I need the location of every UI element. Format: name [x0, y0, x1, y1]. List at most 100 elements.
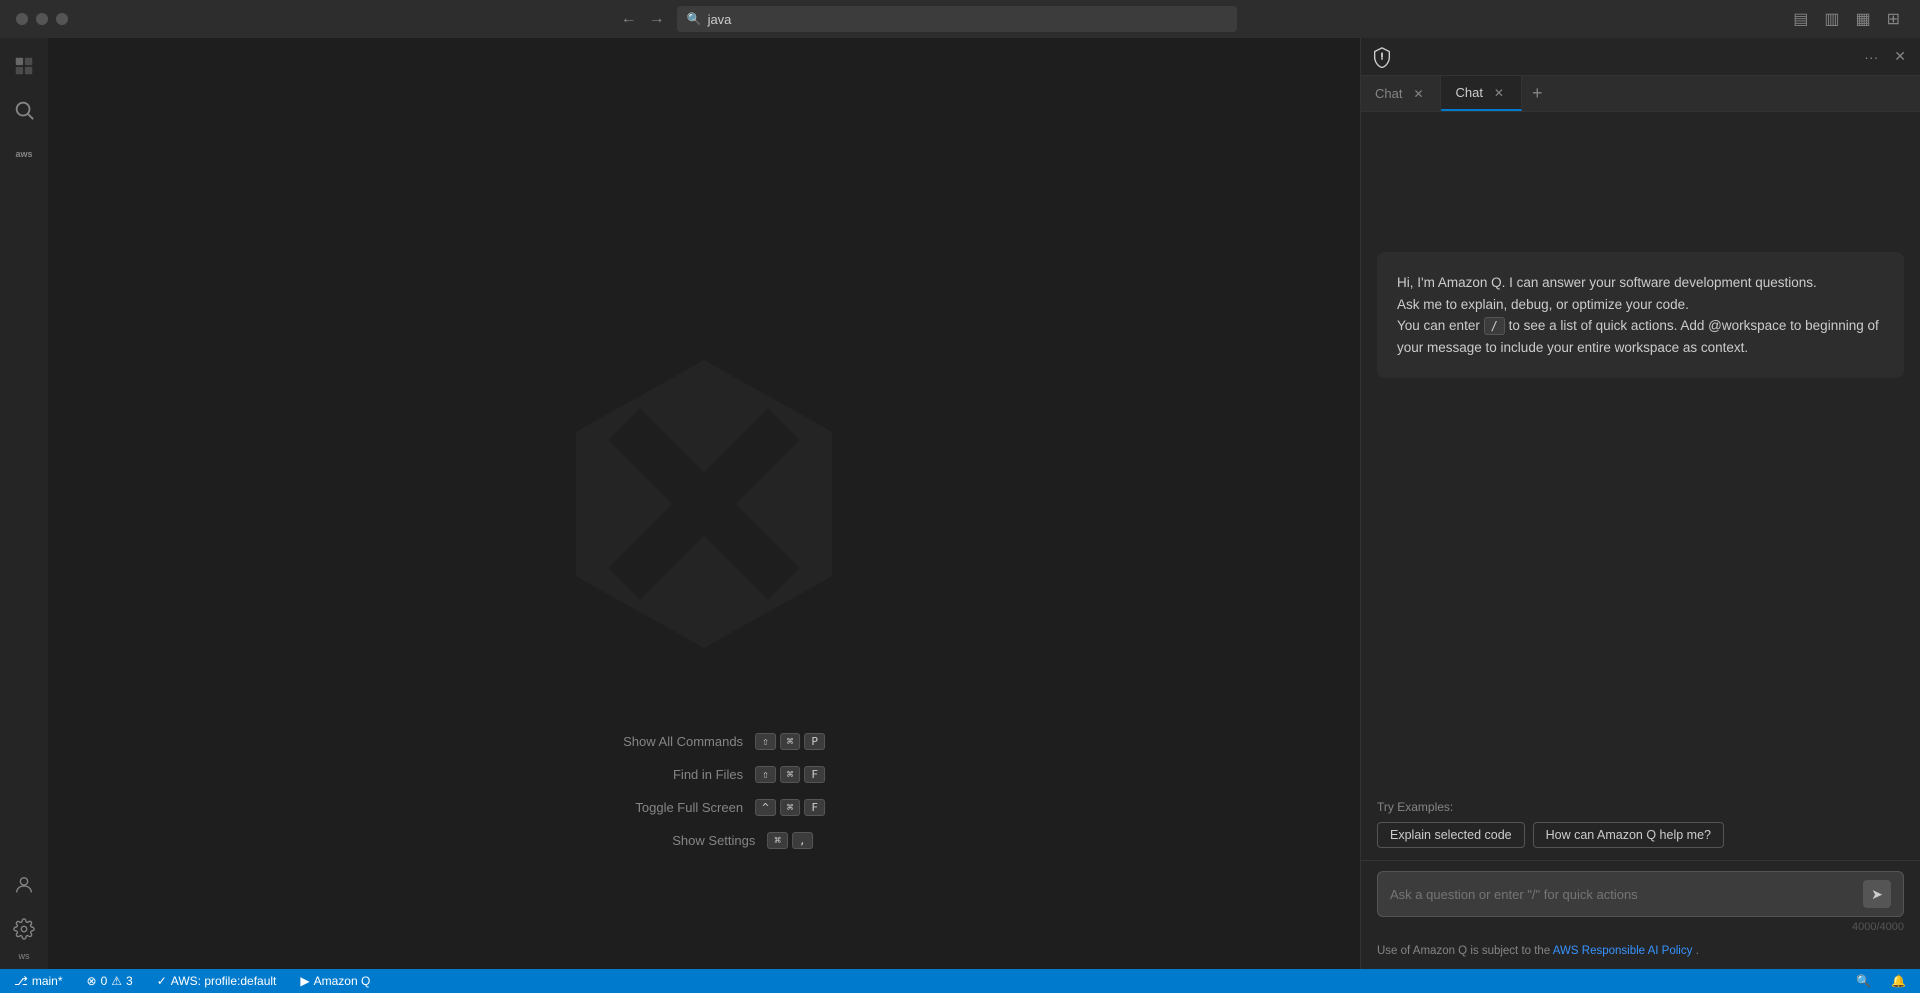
- tabs-bar: Chat ✕ Chat ✕ +: [1361, 76, 1920, 112]
- sidebar-item-settings[interactable]: [4, 909, 44, 949]
- shortcut-label-settings: Show Settings: [595, 833, 755, 848]
- title-search[interactable]: 🔍 java: [677, 6, 1237, 32]
- slash-code-inline: /: [1484, 317, 1505, 335]
- shortcuts-panel: Show All Commands ⇧ ⌘ P Find in Files ⇧ …: [583, 733, 825, 849]
- sidebar-item-account[interactable]: [4, 865, 44, 905]
- zoom-icon: 🔍: [1856, 974, 1871, 988]
- status-amazonq[interactable]: ▶ Amazon Q: [296, 974, 374, 988]
- main-layout: aws ws Show All Commands: [0, 38, 1920, 969]
- panel-header: ··· ✕: [1361, 38, 1920, 76]
- status-aws-profile[interactable]: ✓ AWS: profile:default: [153, 974, 281, 988]
- status-branch[interactable]: ⎇ main*: [10, 974, 67, 988]
- key-comma: ,: [792, 832, 813, 849]
- tab-chat-1[interactable]: Chat ✕: [1361, 76, 1441, 111]
- welcome-line2: Ask me to explain, debug, or optimize yo…: [1397, 297, 1689, 312]
- forward-arrow[interactable]: →: [649, 10, 665, 28]
- key-cmd-f: ⌘: [780, 766, 801, 783]
- error-icon: ⊗: [87, 974, 97, 988]
- key-f: F: [804, 766, 825, 783]
- status-bar: ⎇ main* ⊗ 0 ⚠ 3 ✓ AWS: profile:default ▶…: [0, 969, 1920, 993]
- title-nav: ← → 🔍 java: [621, 6, 1237, 32]
- shortcut-label-commands: Show All Commands: [583, 734, 743, 749]
- more-actions-btn[interactable]: ···: [1860, 47, 1882, 67]
- amazonq-panel-icon: [1371, 46, 1393, 68]
- tab-label-2: Chat: [1455, 85, 1482, 100]
- tab-label-1: Chat: [1375, 86, 1402, 101]
- footer-link[interactable]: AWS Responsible AI Policy: [1553, 945, 1693, 957]
- char-count: 4000/4000: [1377, 921, 1904, 933]
- search-icon: 🔍: [687, 12, 702, 26]
- key-p: P: [804, 733, 825, 750]
- shortcut-keys-find: ⇧ ⌘ F: [755, 766, 825, 783]
- chat-input-field[interactable]: [1390, 887, 1855, 902]
- shortcut-keys-settings: ⌘ ,: [767, 832, 812, 849]
- layout-icon-1[interactable]: ▤: [1789, 7, 1812, 31]
- play-icon: ▶: [300, 974, 309, 988]
- ws-label: ws: [19, 951, 30, 961]
- welcome-line3-prefix: You can enter: [1397, 318, 1484, 333]
- try-examples: Try Examples: Explain selected code How …: [1361, 800, 1920, 860]
- status-right: 🔍 🔔: [1852, 974, 1910, 988]
- key-shift-f: ⇧: [755, 766, 776, 783]
- status-zoom[interactable]: 🔍: [1852, 974, 1875, 988]
- notification-icon: 🔔: [1891, 974, 1906, 988]
- welcome-line1: Hi, I'm Amazon Q. I can answer your soft…: [1397, 275, 1817, 290]
- chat-input-box[interactable]: ➤: [1377, 871, 1904, 917]
- try-examples-label: Try Examples:: [1377, 800, 1904, 814]
- editor-area: Show All Commands ⇧ ⌘ P Find in Files ⇧ …: [48, 38, 1360, 969]
- key-cmd: ⌘: [780, 733, 801, 750]
- dot-close: [16, 13, 28, 25]
- tab-close-2[interactable]: ✕: [1491, 85, 1507, 101]
- branch-label: main*: [32, 974, 63, 988]
- shortcut-row-commands: Show All Commands ⇧ ⌘ P: [583, 733, 825, 750]
- sidebar-item-explorer[interactable]: [4, 46, 44, 86]
- key-cmd-fs: ⌘: [780, 799, 801, 816]
- chat-input-area: ➤ 4000/4000: [1361, 860, 1920, 939]
- key-ctrl: ^: [755, 799, 776, 816]
- key-f-fs: F: [804, 799, 825, 816]
- check-icon: ✓: [157, 974, 167, 988]
- error-count: 0: [101, 974, 108, 988]
- amazonq-label: Amazon Q: [314, 974, 371, 988]
- sidebar-item-aws[interactable]: aws: [4, 134, 44, 174]
- close-panel-btn[interactable]: ✕: [1890, 46, 1910, 67]
- shortcut-label-find: Find in Files: [583, 767, 743, 782]
- search-value: java: [708, 12, 732, 27]
- key-shift: ⇧: [755, 733, 776, 750]
- chat-footer: Use of Amazon Q is subject to the AWS Re…: [1361, 939, 1920, 969]
- layout-icon-2[interactable]: ▥: [1820, 7, 1843, 31]
- vscode-logo: [544, 344, 864, 664]
- layout-icon-3[interactable]: ▦: [1851, 7, 1874, 31]
- shortcut-keys-fullscreen: ^ ⌘ F: [755, 799, 825, 816]
- chat-send-btn[interactable]: ➤: [1863, 880, 1891, 908]
- aws-profile-label: AWS: profile:default: [171, 974, 277, 988]
- key-cmd-s: ⌘: [767, 832, 788, 849]
- examples-row: Explain selected code How can Amazon Q h…: [1377, 822, 1904, 848]
- branch-icon: ⎇: [14, 974, 28, 988]
- activity-bar: aws ws: [0, 38, 48, 969]
- example-btn-help[interactable]: How can Amazon Q help me?: [1533, 822, 1724, 848]
- panel-header-actions: ··· ✕: [1860, 46, 1910, 67]
- chat-content: Hi, I'm Amazon Q. I can answer your soft…: [1361, 112, 1920, 800]
- shortcut-label-fullscreen: Toggle Full Screen: [583, 800, 743, 815]
- example-btn-explain[interactable]: Explain selected code: [1377, 822, 1525, 848]
- layout-icon-4[interactable]: ⊞: [1883, 7, 1904, 31]
- shortcut-keys-commands: ⇧ ⌘ P: [755, 733, 825, 750]
- sidebar-item-search[interactable]: [4, 90, 44, 130]
- panel-header-left: [1371, 46, 1393, 68]
- shortcut-row-find: Find in Files ⇧ ⌘ F: [583, 766, 825, 783]
- tab-chat-2[interactable]: Chat ✕: [1441, 76, 1521, 111]
- shortcut-row-fullscreen: Toggle Full Screen ^ ⌘ F: [583, 799, 825, 816]
- back-arrow[interactable]: ←: [621, 10, 637, 28]
- window-controls: [16, 13, 68, 25]
- welcome-message: Hi, I'm Amazon Q. I can answer your soft…: [1377, 252, 1904, 378]
- title-right-actions: ▤ ▥ ▦ ⊞: [1789, 7, 1904, 31]
- status-notifications[interactable]: 🔔: [1887, 974, 1910, 988]
- dot-minimize: [36, 13, 48, 25]
- tab-close-1[interactable]: ✕: [1410, 86, 1426, 102]
- status-errors[interactable]: ⊗ 0 ⚠ 3: [83, 974, 137, 988]
- tab-add-btn[interactable]: +: [1522, 76, 1553, 111]
- footer-text: Use of Amazon Q is subject to the: [1377, 945, 1553, 957]
- warning-icon: ⚠: [111, 974, 122, 988]
- activity-bottom: ws: [4, 865, 44, 969]
